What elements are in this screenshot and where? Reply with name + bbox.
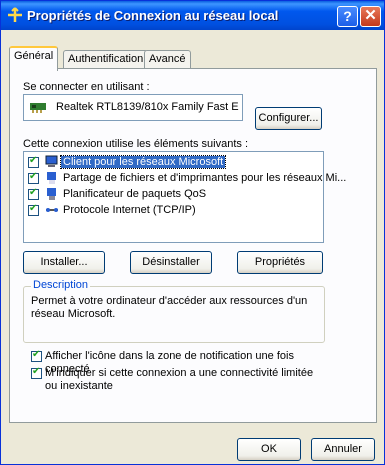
network-adapter-icon <box>30 103 46 113</box>
uninstall-button[interactable]: Désinstaller <box>130 251 212 274</box>
component-label: Client pour les réseaux Microsoft <box>59 155 227 169</box>
component-label: Protocole Internet (TCP/IP) <box>63 204 196 216</box>
configure-button[interactable]: Configurer... <box>255 107 322 130</box>
list-item-file-sharing[interactable]: Partage de fichiers et d'imprimantes pou… <box>28 171 346 187</box>
component-checkbox[interactable] <box>28 187 39 200</box>
connect-using-label: Se connecter en utilisant : <box>23 81 150 93</box>
description-legend: Description <box>31 279 91 291</box>
title-bar[interactable]: Propriétés de Connexion au réseau local … <box>1 1 384 30</box>
limited-connectivity-label: M'indiquer si cette connexion a une conn… <box>45 367 314 392</box>
properties-dialog: Propriétés de Connexion au réseau local … <box>0 0 385 465</box>
tab-authentication[interactable]: Authentification <box>63 50 149 69</box>
component-checkbox[interactable] <box>28 171 39 184</box>
help-button[interactable]: ? <box>337 6 358 27</box>
ok-button[interactable]: OK <box>237 438 301 461</box>
components-label: Cette connexion utilise les éléments sui… <box>23 138 249 150</box>
close-button[interactable]: ✕ <box>360 6 381 27</box>
adapter-name: Realtek RTL8139/810x Family Fast E <box>56 101 239 113</box>
description-text: Permet à votre ordinateur d'accéder aux … <box>31 295 308 320</box>
list-item-tcpip[interactable]: Protocole Internet (TCP/IP) <box>28 203 318 219</box>
adapter-field: Realtek RTL8139/810x Family Fast E <box>23 94 243 121</box>
component-checkbox[interactable] <box>28 203 39 216</box>
component-checkbox[interactable] <box>28 155 39 168</box>
list-item-qos[interactable]: Planificateur de paquets QoS <box>28 187 318 203</box>
properties-button[interactable]: Propriétés <box>237 251 323 274</box>
network-connection-icon <box>8 7 22 22</box>
qos-scheduler-icon <box>47 188 56 200</box>
window-title: Propriétés de Connexion au réseau local <box>27 8 279 23</box>
network-client-icon <box>45 155 58 167</box>
install-button[interactable]: Installer... <box>23 251 105 274</box>
component-label: Partage de fichiers et d'imprimantes pou… <box>63 172 347 184</box>
tab-advanced[interactable]: Avancé <box>144 50 191 69</box>
list-item-client[interactable]: Client pour les réseaux Microsoft <box>28 155 318 171</box>
cancel-button[interactable]: Annuler <box>311 438 375 461</box>
tab-general[interactable]: Général <box>9 46 59 71</box>
limited-connectivity-checkbox[interactable] <box>31 366 42 379</box>
file-print-sharing-icon <box>47 172 56 184</box>
components-list[interactable]: Client pour les réseaux Microsoft Partag… <box>23 151 346 243</box>
show-icon-checkbox[interactable] <box>31 349 42 362</box>
protocol-icon <box>46 208 58 212</box>
component-label: Planificateur de paquets QoS <box>63 188 207 200</box>
